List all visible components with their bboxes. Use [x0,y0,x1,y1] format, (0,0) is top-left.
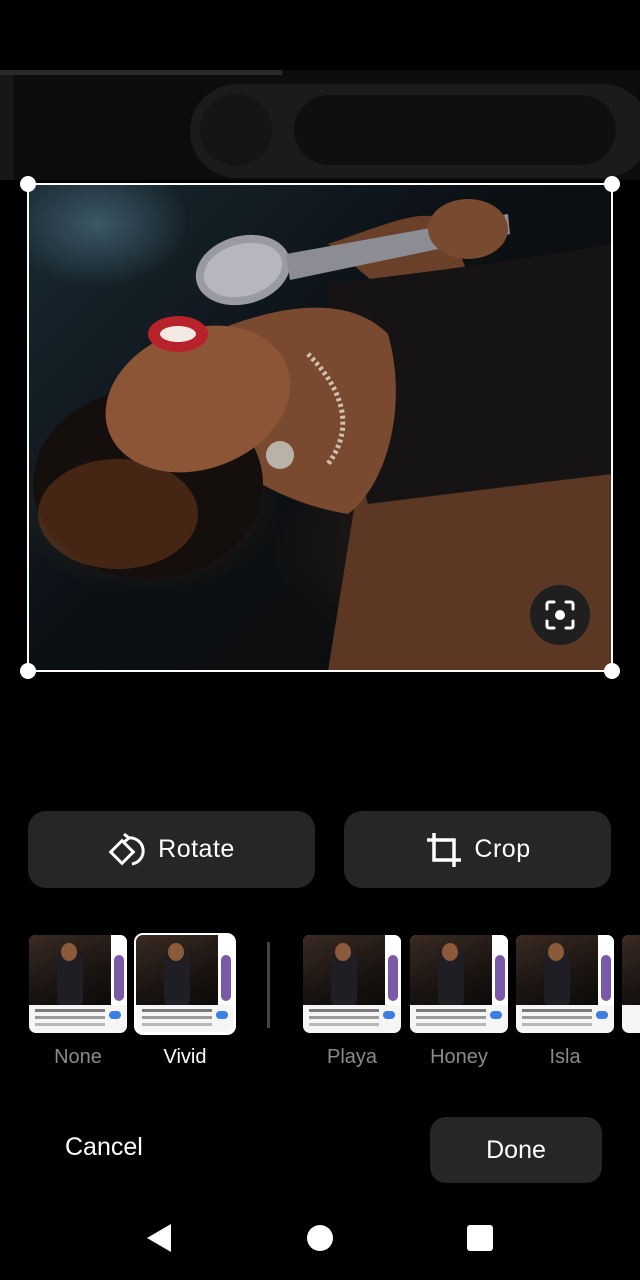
recents-icon[interactable] [467,1225,493,1251]
lens-button[interactable] [530,585,590,645]
filter-thumbnail [134,933,236,1035]
crop-handle-top-left[interactable] [20,176,36,192]
background-app-preview [0,70,640,180]
crop-handle-bottom-left[interactable] [20,663,36,679]
done-label: Done [486,1135,546,1164]
filter-playa[interactable]: Playa [303,935,401,1069]
rotate-button[interactable]: Rotate [28,811,315,888]
filter-thumbnail [410,935,508,1033]
filter-isla[interactable]: Isla [516,935,614,1069]
back-icon[interactable] [145,1222,173,1254]
filter-label: Playa [326,1046,378,1068]
filter-thumbnail [303,935,401,1033]
crop-button[interactable]: Crop [344,811,611,888]
filter-honey[interactable]: Honey [410,935,508,1069]
filter-divider [267,942,270,1028]
crop-handle-bottom-right[interactable] [604,663,620,679]
filter-label: Isla [549,1046,581,1068]
filter-thumbnail [516,935,614,1033]
done-button[interactable]: Done [430,1117,602,1183]
filter-next-partial[interactable] [622,935,640,1033]
crop-handle-top-right[interactable] [604,176,620,192]
filter-vivid[interactable]: Vivid [134,933,236,1069]
filter-label: None [54,1046,102,1068]
photo-preview [28,184,612,671]
filter-thumbnail [29,935,127,1033]
home-icon[interactable] [307,1225,333,1251]
rotate-label: Rotate [158,835,235,863]
crop-label: Crop [474,835,531,863]
cancel-button[interactable]: Cancel [65,1133,143,1162]
lens-icon [545,600,575,630]
rotate-icon [108,832,145,865]
crop-icon [427,832,462,867]
filter-label: Vivid [163,1046,207,1068]
filter-label: Honey [430,1046,488,1068]
filter-none[interactable]: None [29,935,127,1069]
